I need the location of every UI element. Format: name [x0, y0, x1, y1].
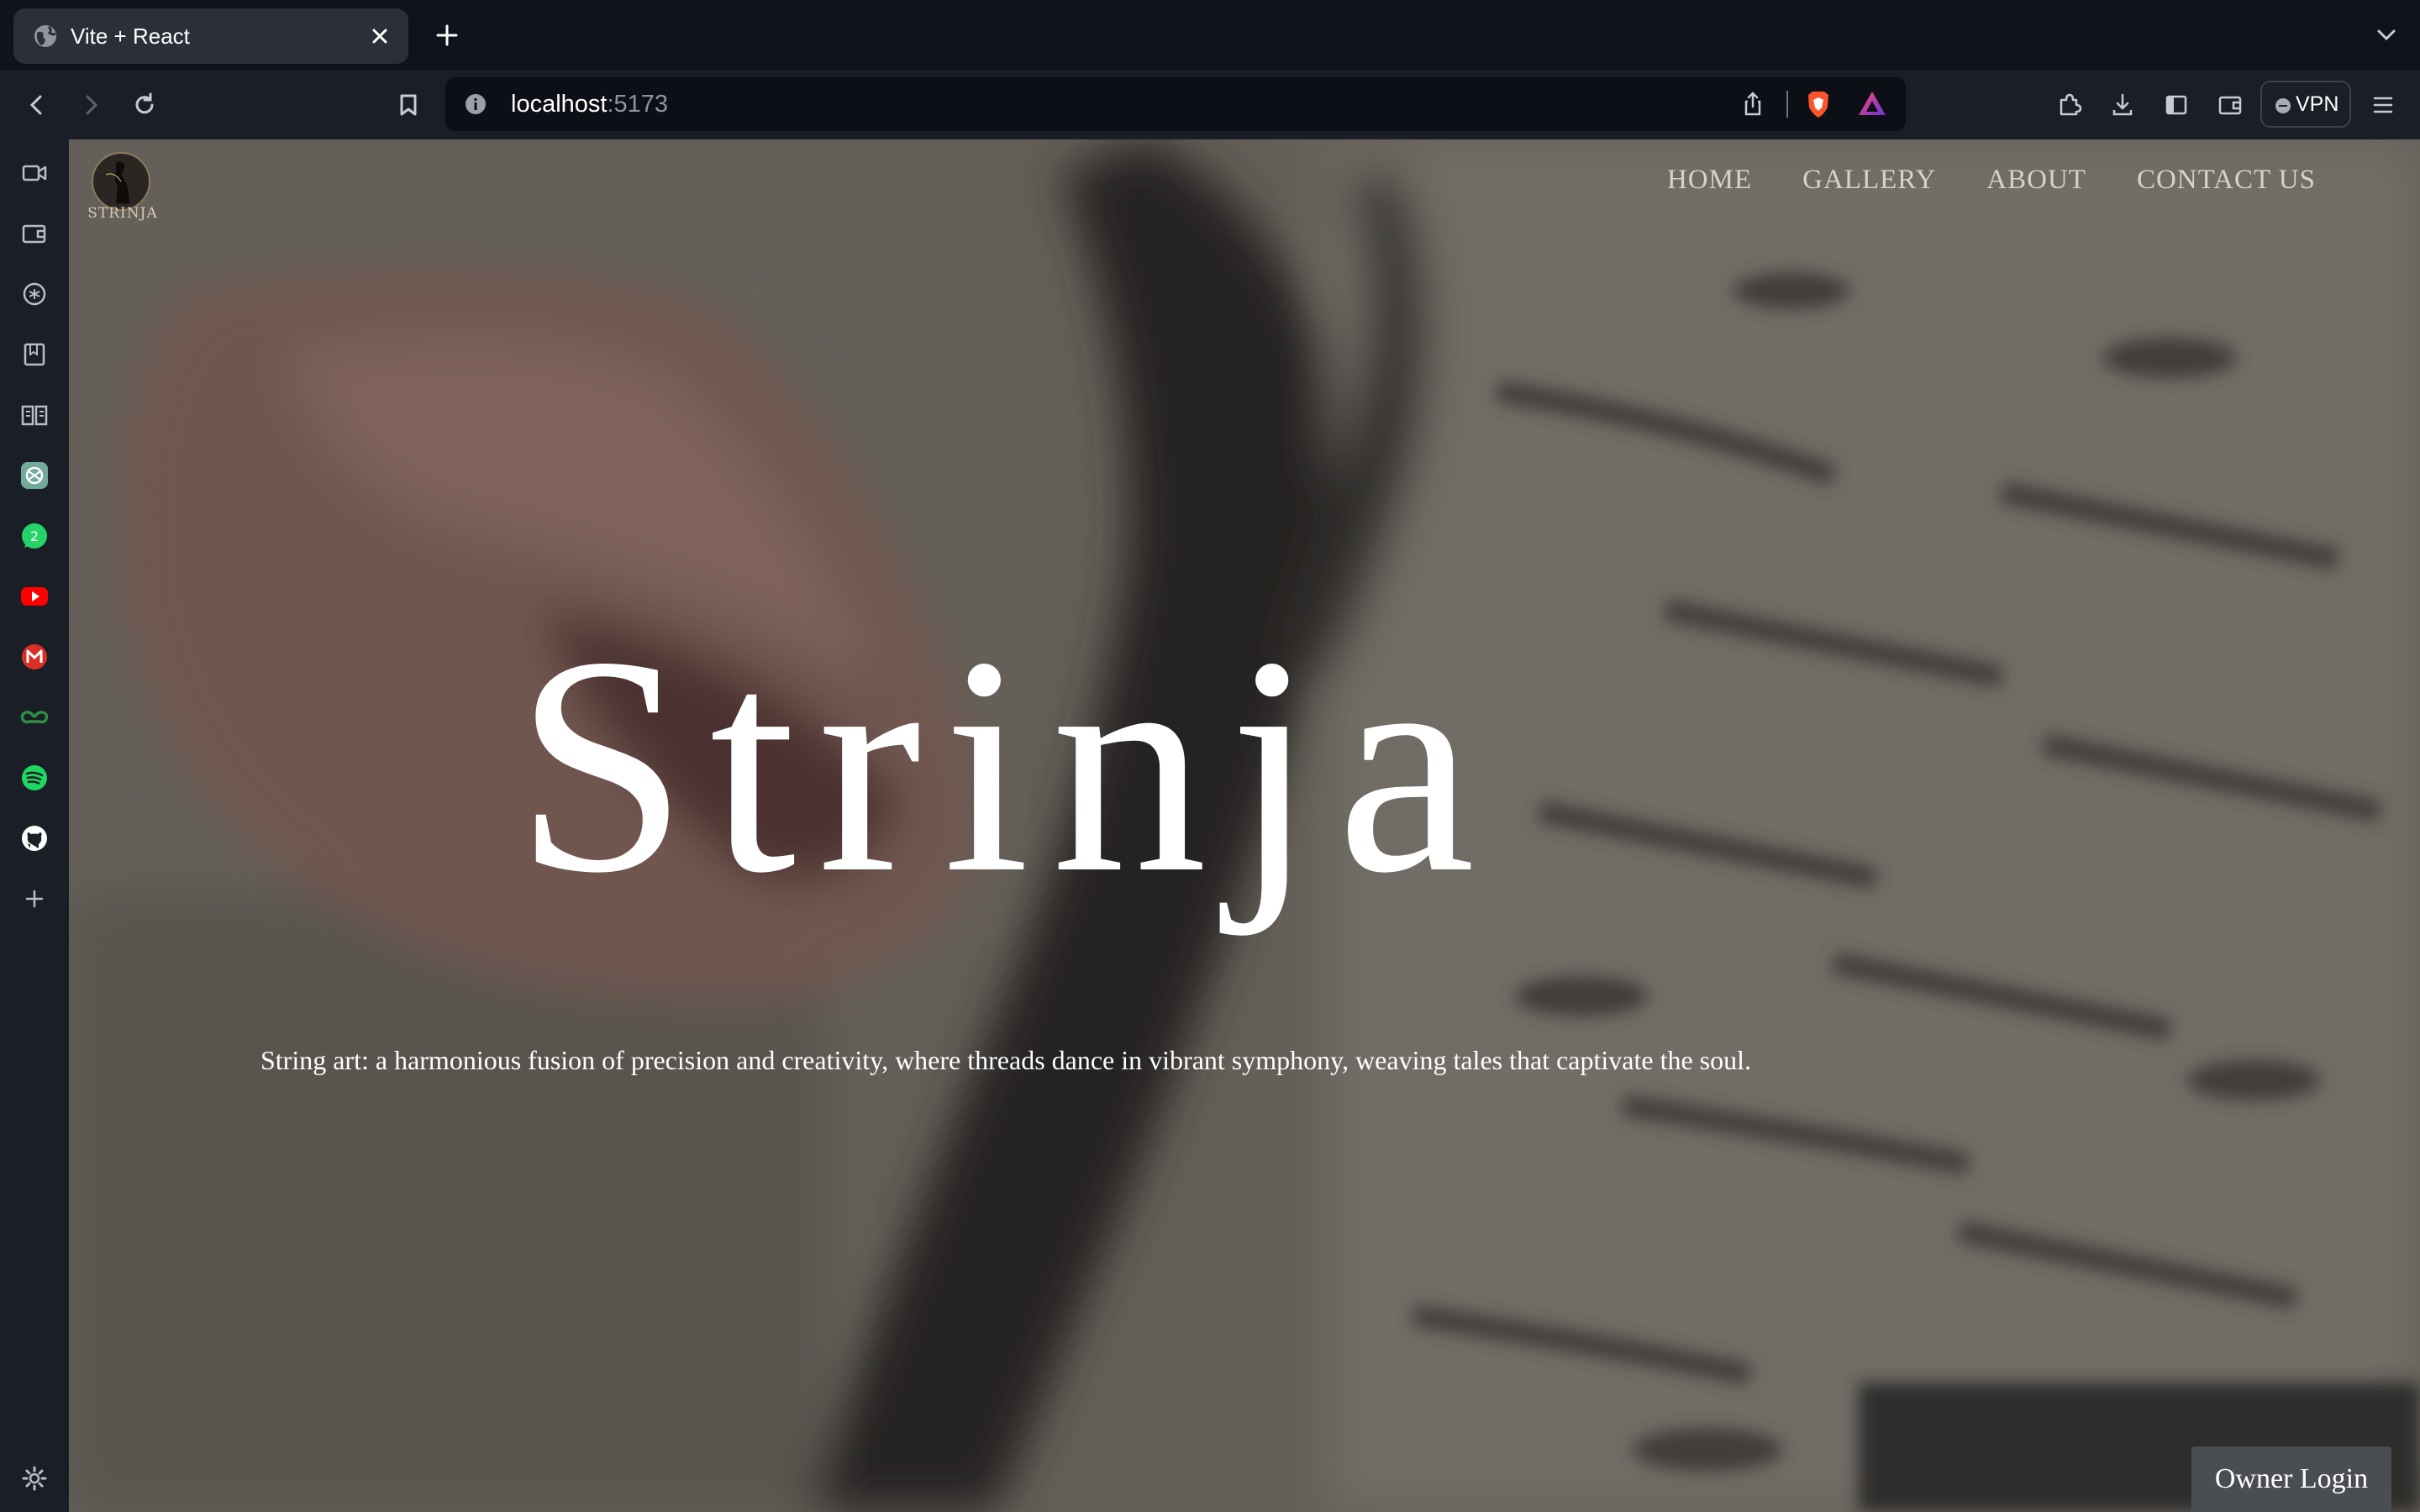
browser-sidebar: 2: [0, 139, 69, 1512]
vpn-button[interactable]: VPN: [2260, 81, 2351, 128]
tab-title: Vite + React: [71, 24, 190, 49]
settings-icon[interactable]: [18, 1462, 51, 1495]
browser-toolbar: localhost:5173 VPN: [0, 71, 2420, 139]
brave-talk-icon[interactable]: [18, 277, 51, 311]
browser-tab[interactable]: Vite + React: [13, 8, 408, 64]
chevron-down-icon[interactable]: [2371, 20, 2402, 50]
brave-shield-icon[interactable]: [1802, 87, 1835, 121]
downloads-icon[interactable]: [2104, 87, 2141, 123]
nav-home[interactable]: HOME: [1667, 165, 1752, 196]
wallet-icon[interactable]: [2212, 87, 2249, 123]
vpn-label: VPN: [2296, 92, 2339, 116]
url-text[interactable]: localhost:5173: [511, 77, 668, 131]
globe-icon: [34, 25, 56, 47]
geeksforgeeks-icon[interactable]: [18, 701, 51, 734]
nav-about[interactable]: ABOUT: [1986, 165, 2086, 196]
sidebar-toggle-icon[interactable]: [2158, 87, 2195, 123]
reading-list-icon[interactable]: [18, 398, 51, 432]
gmail-icon[interactable]: [18, 640, 51, 674]
info-icon[interactable]: [462, 91, 489, 118]
hero-title: Strinja: [514, 593, 1497, 937]
reload-icon[interactable]: [126, 87, 163, 123]
nav-contact-us[interactable]: CONTACT US: [2137, 165, 2316, 196]
youtube-icon[interactable]: [18, 580, 51, 613]
bookmarks-icon[interactable]: [18, 338, 51, 371]
vpn-icon: [2275, 98, 2291, 113]
bookmark-icon[interactable]: [390, 87, 427, 123]
tab-strip: Vite + React: [0, 0, 2420, 71]
back-icon[interactable]: [18, 87, 55, 123]
wallet-icon[interactable]: [18, 217, 51, 250]
chatgpt-icon[interactable]: [18, 459, 51, 492]
owner-login-button[interactable]: Owner Login: [2191, 1446, 2391, 1512]
close-tab-icon[interactable]: [365, 21, 395, 51]
brave-rewards-icon[interactable]: [1855, 87, 1889, 121]
address-bar[interactable]: localhost:5173: [445, 77, 1906, 131]
extensions-icon[interactable]: [2050, 87, 2087, 123]
forward-icon[interactable]: [72, 87, 109, 123]
hero-tagline: String art: a harmonious fusion of preci…: [260, 1045, 1751, 1075]
github-icon[interactable]: [18, 822, 51, 855]
add-icon[interactable]: [18, 882, 51, 916]
new-tab-icon[interactable]: [430, 18, 464, 52]
spotify-icon[interactable]: [18, 761, 51, 795]
leo-video-icon[interactable]: [18, 156, 51, 190]
nav-gallery[interactable]: GALLERY: [1802, 165, 1936, 196]
divider: [1786, 91, 1788, 118]
whatsapp-icon[interactable]: 2: [18, 519, 51, 553]
whatsapp-badge: 2: [30, 528, 39, 544]
share-icon[interactable]: [1738, 89, 1768, 119]
logo-text: STRINJA: [87, 205, 158, 222]
menu-icon[interactable]: [2365, 87, 2402, 123]
page-viewport: STRINJA HOME GALLERY ABOUT CONTACT US St…: [69, 139, 2420, 1512]
main-nav: HOME GALLERY ABOUT CONTACT US: [1667, 165, 2316, 196]
